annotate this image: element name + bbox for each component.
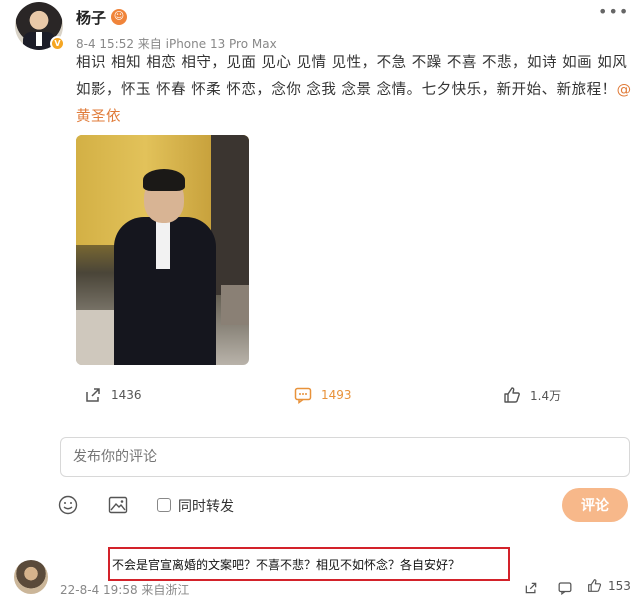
post-text: 相识 相知 相恋 相守，见面 见心 见情 见性，不急 不躁 不喜 不悲，如诗 如…	[76, 50, 636, 131]
more-icon[interactable]: •••	[598, 2, 629, 21]
reply-like-count: 153	[608, 578, 631, 593]
reply-text: 不会是官宣离婚的文案吧？不喜不悲？相见不如怀念？各自安好？	[112, 558, 461, 572]
image-icon[interactable]	[108, 495, 128, 515]
post-photo[interactable]	[76, 135, 249, 365]
share-count: 1436	[111, 388, 142, 402]
reply-avatar[interactable]	[14, 560, 48, 594]
comment-count: 1493	[321, 388, 352, 402]
forward-label: 同时转发	[178, 499, 234, 515]
forward-checkbox[interactable]	[157, 498, 171, 512]
comment-icon	[294, 387, 312, 404]
thumbs-up-icon	[588, 579, 602, 592]
reply-share-icon[interactable]	[524, 581, 538, 595]
share-button[interactable]: 1436	[84, 386, 142, 404]
vip-icon: ☺	[111, 9, 127, 25]
reply-comment-icon[interactable]	[558, 581, 572, 595]
like-button[interactable]: 1.4万	[503, 386, 561, 404]
emoji-icon[interactable]	[58, 495, 78, 515]
username[interactable]: 杨子	[76, 7, 106, 28]
post-body: 相识 相知 相恋 相守，见面 见心 见情 见性，不急 不躁 不喜 不悲，如诗 如…	[76, 55, 628, 98]
like-count: 1.4万	[530, 388, 562, 403]
share-icon	[86, 388, 100, 402]
comment-input[interactable]	[60, 437, 630, 477]
thumbs-up-icon	[504, 387, 520, 403]
reply-like-button[interactable]: 153	[587, 578, 631, 593]
reply-meta: 22-8-4 19:58 来自浙江	[60, 583, 190, 597]
comment-button[interactable]: 1493	[294, 386, 352, 404]
verified-badge-icon: V	[50, 36, 65, 51]
submit-comment-button[interactable]: 评论	[562, 488, 628, 522]
